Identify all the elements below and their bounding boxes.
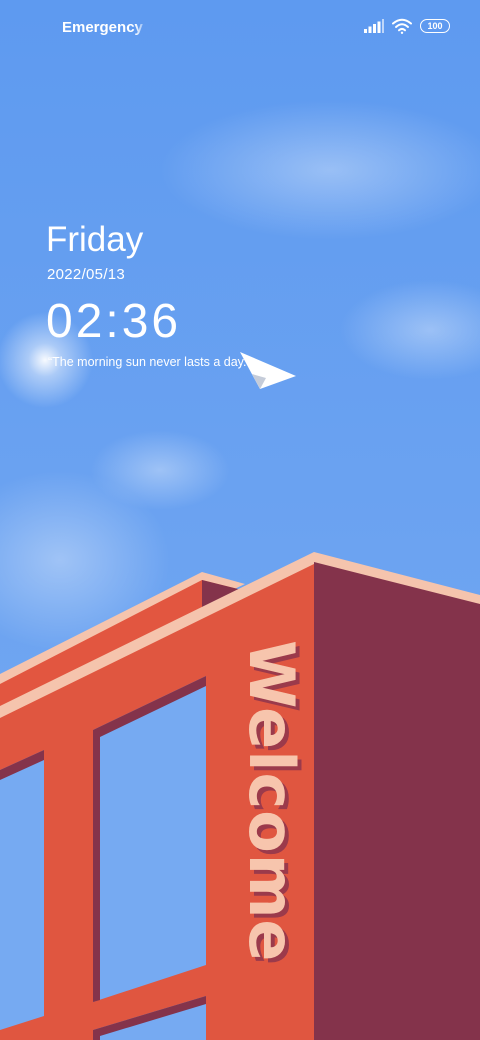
quote-text: “The morning sun never lasts a day.” [48,355,251,369]
window [0,750,44,1030]
carrier-label: Emergency c [62,19,148,36]
welcome-sign: Welcome [235,640,308,962]
day-label: Friday [46,220,144,259]
wifi-icon [392,18,412,34]
signal-bars-icon [364,19,384,33]
time-label: 02:36 [46,295,182,348]
status-bar: Emergency c 100 [0,0,480,56]
battery-indicator: 100 [420,19,450,33]
date-label: 2022/05/13 [47,266,126,283]
wallpaper: Welcome Welcome [0,0,480,1040]
building-side [314,562,480,1040]
cloud [90,430,230,510]
status-icons: 100 [364,18,450,34]
